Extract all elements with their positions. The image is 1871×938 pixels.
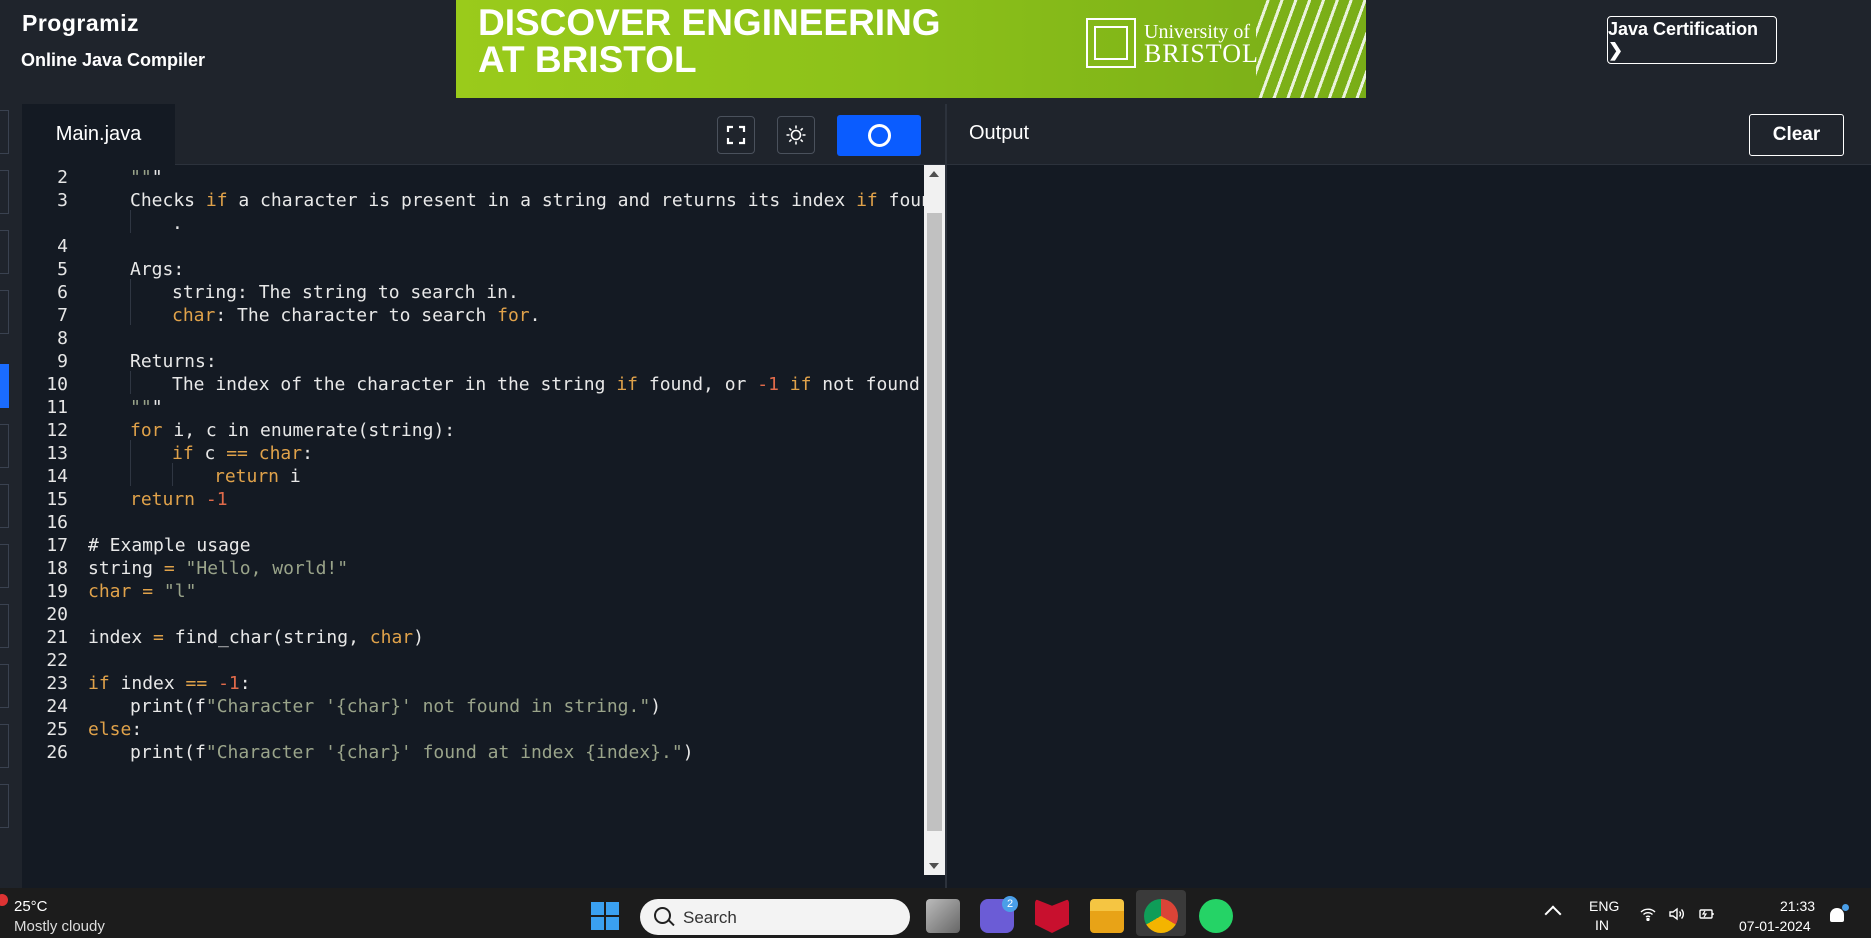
code-text: print(f"Character '{char}' found at inde…: [130, 742, 694, 763]
output-title: Output: [969, 122, 1030, 144]
sidebar-item[interactable]: [0, 170, 9, 214]
fullscreen-button[interactable]: [717, 116, 755, 154]
sun-icon: [786, 125, 806, 145]
advertisement-banner[interactable]: DISCOVER ENGINEERING AT BRISTOL Universi…: [456, 0, 1366, 98]
theme-toggle-button[interactable]: [777, 116, 815, 154]
clock-time[interactable]: 21:33: [1780, 898, 1815, 914]
scroll-up-icon[interactable]: [929, 171, 939, 177]
output-console[interactable]: [947, 165, 1871, 888]
ad-line-1: DISCOVER ENGINEERING: [478, 2, 941, 43]
notification-dot: [1842, 904, 1849, 911]
code-editor[interactable]: 2 """ 3 Checks if a character is present in…: [22, 165, 924, 888]
scroll-down-icon[interactable]: [929, 863, 939, 869]
weather-temperature[interactable]: 25°C: [14, 898, 48, 915]
line-number: 26: [46, 742, 68, 763]
region-indicator[interactable]: IN: [1595, 917, 1609, 933]
taskbar-search-box[interactable]: Search: [640, 899, 910, 935]
volume-icon[interactable]: [1669, 907, 1685, 921]
programiz-logo[interactable]: Programiz: [22, 10, 139, 37]
sidebar-item[interactable]: [0, 664, 9, 708]
ad-stripes-decoration: [1256, 0, 1366, 98]
language-indicator[interactable]: ENG: [1589, 898, 1619, 914]
sidebar-item[interactable]: [0, 784, 9, 828]
file-explorer-icon[interactable]: [1090, 899, 1124, 933]
scrollbar-thumb[interactable]: [927, 213, 942, 831]
clear-button[interactable]: Clear: [1749, 114, 1844, 156]
sidebar-item-java[interactable]: [0, 364, 9, 408]
search-placeholder: Search: [683, 908, 737, 927]
battery-icon[interactable]: [1699, 907, 1715, 921]
sidebar-item[interactable]: [0, 290, 9, 334]
editor-toolbar: Main.java: [22, 104, 945, 165]
page-title: Online Java Compiler: [21, 50, 206, 70]
clock-date[interactable]: 07-01-2024: [1739, 918, 1811, 934]
search-icon: [654, 907, 671, 924]
sidebar-item[interactable]: [0, 544, 9, 588]
code-line[interactable]: 26 print(f"Character '{char}' found at in…: [22, 739, 924, 766]
sidebar-item[interactable]: [0, 724, 9, 768]
sidebar-item[interactable]: [0, 484, 9, 528]
crest-icon: [1086, 18, 1136, 68]
sidebar-item[interactable]: [0, 230, 9, 274]
indent-guide: [172, 463, 173, 486]
whatsapp-icon[interactable]: [1199, 899, 1233, 933]
site-header: Programiz Online Java Compiler DISCOVER …: [0, 0, 1871, 104]
output-header: Output Clear: [947, 104, 1871, 165]
weather-alert-icon[interactable]: [0, 894, 8, 906]
fullscreen-icon: [726, 125, 746, 145]
sidebar-item[interactable]: [0, 424, 9, 468]
java-certification-button[interactable]: Java Certification ❯: [1607, 16, 1777, 64]
task-view-icon[interactable]: [926, 899, 960, 933]
ad-headline: DISCOVER ENGINEERING AT BRISTOL: [478, 4, 941, 78]
chrome-icon[interactable]: [1144, 899, 1178, 933]
indent-guide: [130, 279, 131, 302]
left-sidebar-strip: [0, 104, 22, 888]
indent-guide: [130, 302, 131, 325]
indent-guide: [130, 463, 131, 486]
sidebar-item[interactable]: [0, 110, 9, 154]
windows-taskbar: 25°C Mostly cloudy Search 2 ENG IN 21:33…: [0, 888, 1871, 938]
university-logo: University of BRISTOL: [1086, 18, 1259, 68]
tab-main-java[interactable]: Main.java: [22, 104, 175, 165]
notification-bell-icon[interactable]: [1830, 908, 1844, 922]
sidebar-item[interactable]: [0, 604, 9, 648]
weather-condition[interactable]: Mostly cloudy: [14, 918, 105, 935]
wifi-icon[interactable]: [1640, 907, 1656, 921]
chat-badge: 2: [1002, 896, 1018, 912]
indent-guide: [130, 371, 131, 394]
ad-uni-line-2: BRISTOL: [1144, 39, 1259, 68]
ad-line-2: AT BRISTOL: [478, 39, 697, 80]
indent-guide: [130, 440, 131, 463]
windows-start-icon[interactable]: [591, 902, 619, 930]
chevron-up-icon[interactable]: [1544, 905, 1562, 923]
run-button[interactable]: [837, 115, 921, 156]
mcafee-icon[interactable]: [1035, 899, 1069, 933]
loading-spinner-icon: [867, 124, 891, 147]
indent-guide: [130, 210, 131, 233]
editor-scrollbar[interactable]: [924, 165, 945, 875]
